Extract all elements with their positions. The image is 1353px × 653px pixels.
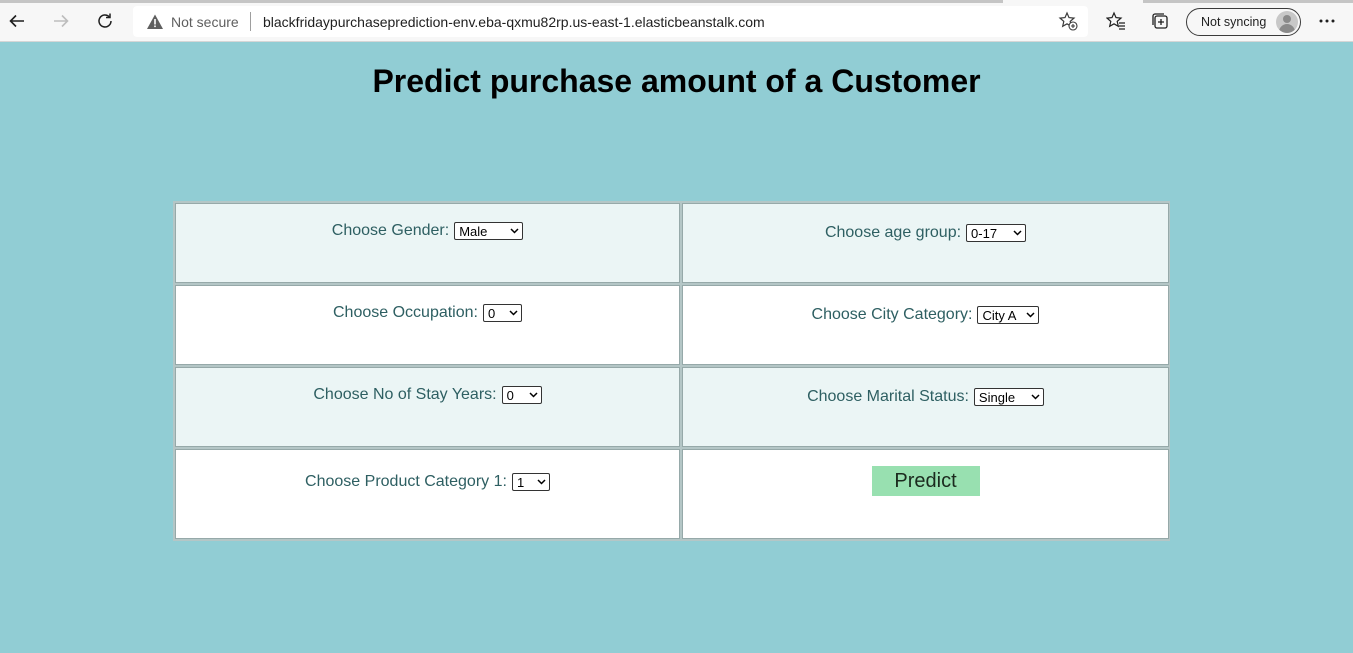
product-label: Choose Product Category 1: xyxy=(305,473,507,490)
marital-label: Choose Marital Status: xyxy=(807,388,969,405)
city-select[interactable]: City A xyxy=(977,306,1040,324)
gender-label: Choose Gender: xyxy=(331,222,450,239)
product-select[interactable]: 1 xyxy=(511,473,550,491)
tab-strip-right xyxy=(1143,0,1353,3)
chevron-down-icon xyxy=(537,479,546,485)
city-label: Choose City Category: xyxy=(811,306,973,323)
age-cell: Choose age group: 0-17 xyxy=(682,203,1169,283)
age-label: Choose age group: xyxy=(824,224,962,241)
page-title: Predict purchase amount of a Customer xyxy=(372,63,981,99)
warning-icon[interactable] xyxy=(146,13,164,31)
stay-label: Choose No of Stay Years: xyxy=(313,386,497,403)
chevron-down-icon xyxy=(510,228,519,234)
browser-toolbar: Not secure blackfridaypurchaseprediction… xyxy=(0,0,1353,42)
occupation-select[interactable]: 0 xyxy=(482,304,522,322)
favorites-icon[interactable] xyxy=(1104,9,1128,33)
sync-button[interactable]: Not syncing xyxy=(1186,8,1301,36)
prediction-form: Choose Gender: Male Choose age group: 0-… xyxy=(173,201,1170,541)
back-icon[interactable] xyxy=(5,9,29,33)
predict-button[interactable]: Predict xyxy=(871,466,980,496)
city-value: City A xyxy=(982,307,1017,323)
gender-cell: Choose Gender: Male xyxy=(175,203,680,283)
chevron-down-icon xyxy=(1031,394,1040,400)
chevron-down-icon xyxy=(529,392,538,398)
add-favorite-icon[interactable] xyxy=(1058,11,1078,31)
occupation-cell: Choose Occupation: 0 xyxy=(175,285,680,365)
product-value: 1 xyxy=(516,474,525,490)
url-text[interactable]: blackfridaypurchaseprediction-env.eba-qx… xyxy=(263,14,765,30)
marital-select[interactable]: Single xyxy=(973,388,1044,406)
gender-value: Male xyxy=(459,223,488,239)
tab-strip xyxy=(0,0,1003,3)
age-select[interactable]: 0-17 xyxy=(966,224,1027,242)
stay-select[interactable]: 0 xyxy=(501,386,542,404)
marital-cell: Choose Marital Status: Single xyxy=(682,367,1169,447)
chevron-down-icon xyxy=(1013,230,1022,236)
chevron-down-icon xyxy=(1026,312,1036,318)
divider xyxy=(250,12,251,31)
product-cell: Choose Product Category 1: 1 xyxy=(175,449,680,539)
city-cell: Choose City Category: City A xyxy=(682,285,1169,365)
occupation-label: Choose Occupation: xyxy=(333,304,478,321)
security-label[interactable]: Not secure xyxy=(171,14,239,30)
sync-label: Not syncing xyxy=(1201,15,1267,29)
collections-icon[interactable] xyxy=(1148,9,1172,33)
stay-cell: Choose No of Stay Years: 0 xyxy=(175,367,680,447)
stay-value: 0 xyxy=(506,387,514,403)
more-icon[interactable] xyxy=(1315,9,1339,33)
refresh-icon[interactable] xyxy=(93,9,117,33)
predict-cell: Predict xyxy=(682,449,1169,539)
gender-select[interactable]: Male xyxy=(454,222,524,240)
forward-icon[interactable] xyxy=(49,9,73,33)
marital-value: Single xyxy=(978,389,1016,405)
occupation-value: 0 xyxy=(487,305,496,321)
address-bar[interactable]: Not secure blackfridaypurchaseprediction… xyxy=(133,6,1088,37)
profile-icon xyxy=(1276,11,1298,33)
age-value: 0-17 xyxy=(971,225,998,241)
chevron-down-icon xyxy=(509,310,518,316)
